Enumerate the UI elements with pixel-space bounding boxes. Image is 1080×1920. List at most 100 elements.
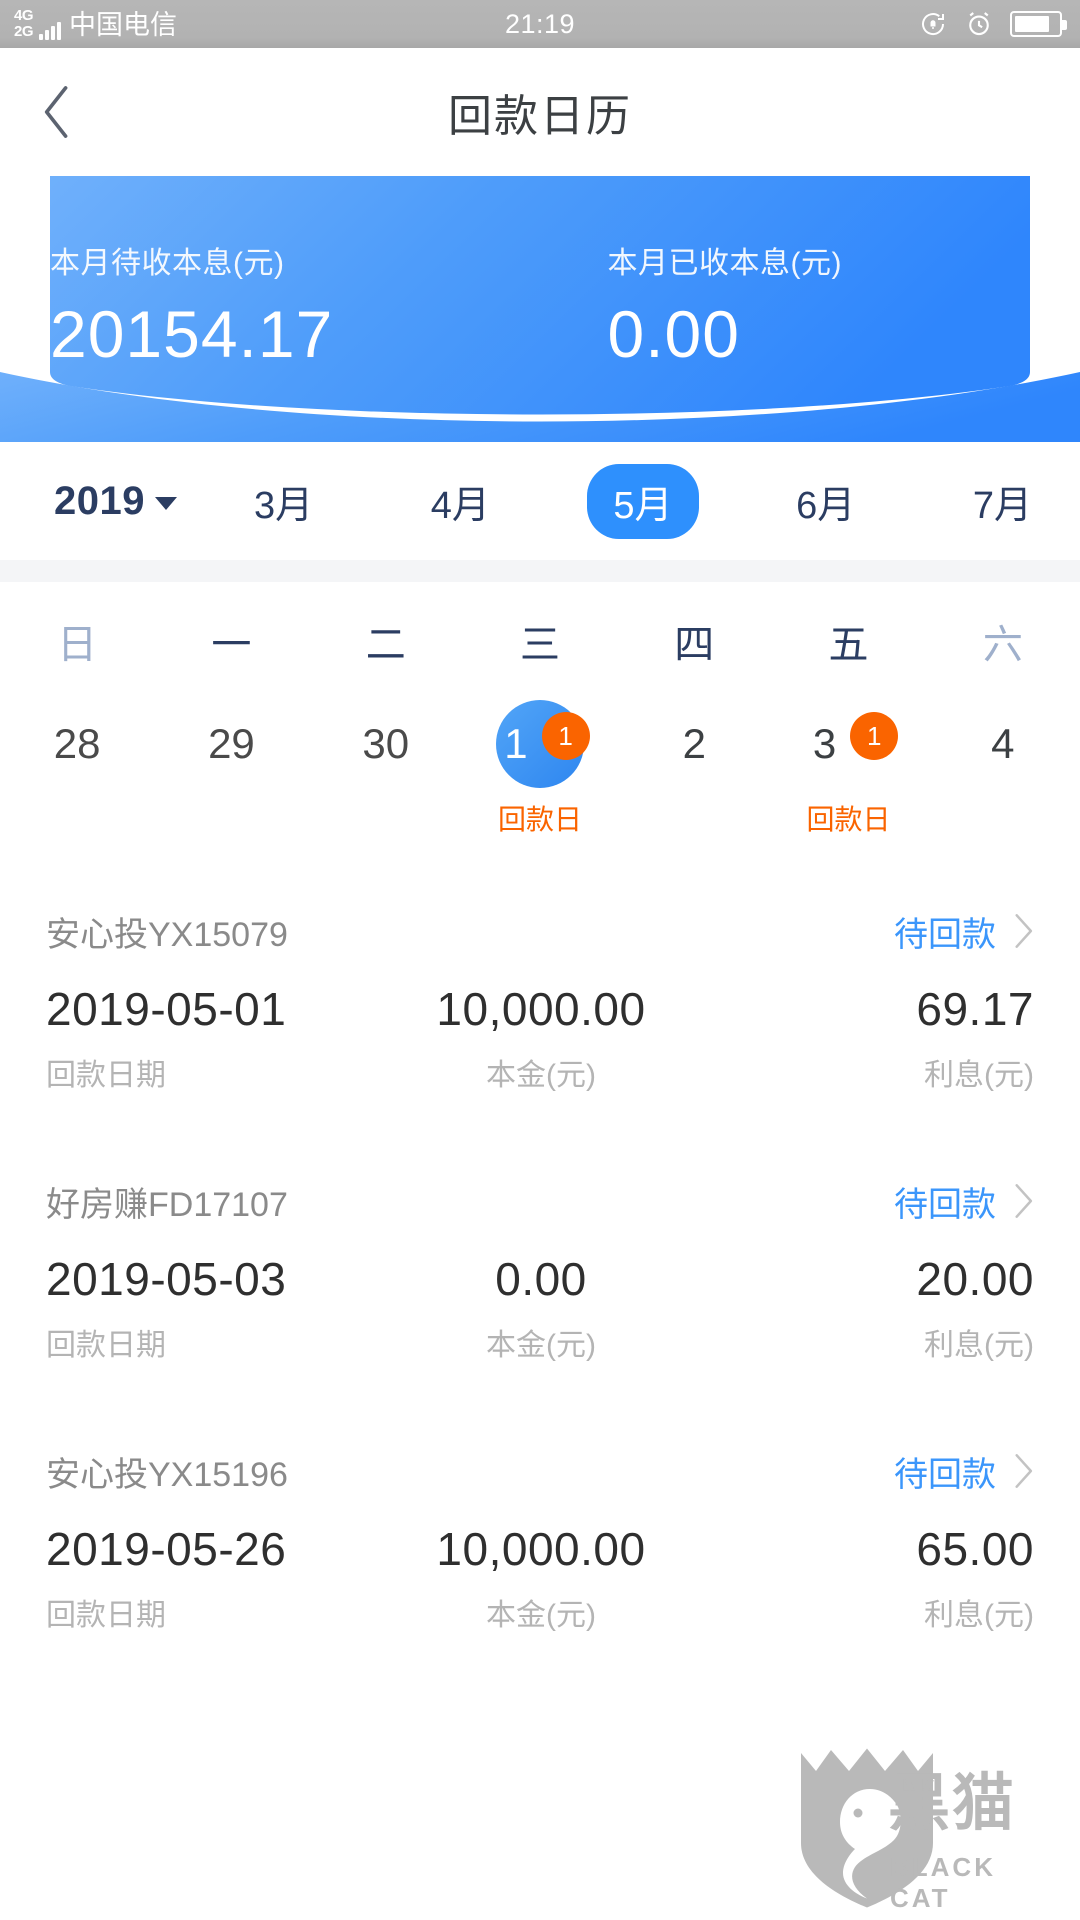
list-item-captions: 回款日期 本金(元) 利息(元) <box>46 1320 1034 1364</box>
day-number: 3 1 <box>801 696 899 792</box>
chevron-right-icon <box>1015 1184 1033 1218</box>
list-item-header: 安心投YX15079 待回款 <box>46 890 1034 972</box>
summary-received-label: 本月已收本息(元) <box>607 247 842 280</box>
weekday-sat: 六 <box>982 623 1023 667</box>
month-tabs: 3月 4月 5月 6月 7月 <box>234 463 1056 539</box>
day-number: 28 <box>53 720 101 767</box>
summary-card: 本月待收本息(元) 20154.17 本月已收本息(元) 0.00 <box>0 176 1080 442</box>
day-number: 29 <box>208 720 255 767</box>
product-name: 好房赚FD17107 <box>46 1185 288 1224</box>
repayment-list: 安心投YX15079 待回款 2019-05-01 10,000.00 69.1… <box>0 866 1080 1634</box>
list-item[interactable]: 安心投YX15079 待回款 2019-05-01 10,000.00 69.1… <box>0 890 1080 1094</box>
day-number: 2 <box>682 720 706 767</box>
calendar-day-cell[interactable]: 2 <box>617 696 771 832</box>
caret-down-icon <box>154 496 177 510</box>
calendar-day-cell[interactable]: 30 <box>309 696 463 832</box>
repayment-date-caption: 回款日期 <box>46 1329 166 1362</box>
interest-caption: 利息(元) <box>924 1599 1034 1632</box>
repayment-date-value: 2019-05-26 <box>46 1523 287 1575</box>
repayment-date-caption: 回款日期 <box>46 1599 166 1632</box>
month-tab-5[interactable]: 5月 <box>587 463 699 539</box>
watermark-name-en: BLACK CAT <box>890 1852 996 1913</box>
day-number: 1 1 <box>492 696 590 792</box>
list-item[interactable]: 安心投YX15196 待回款 2019-05-26 10,000.00 65.0… <box>0 1430 1080 1634</box>
repayment-date-caption: 回款日期 <box>46 1059 166 1092</box>
app-screen: 4G 2G 中国电信 21:19 回款日历 本月待收本息(元) 20154.17… <box>0 0 1080 1920</box>
interest-value: 69.17 <box>916 983 1034 1035</box>
status-link[interactable]: 待回款 <box>894 1447 1034 1496</box>
summary-received-block: 本月已收本息(元) 0.00 <box>473 176 1031 442</box>
weekday-fri: 五 <box>828 623 869 667</box>
chevron-right-icon <box>1015 1454 1033 1488</box>
mute-rotate-icon <box>918 9 948 39</box>
section-divider <box>0 560 1080 582</box>
calendar-day-cell[interactable]: 4 <box>926 696 1080 832</box>
product-name: 安心投YX15079 <box>46 915 288 954</box>
year-label: 2019 <box>54 478 145 523</box>
month-tab-6[interactable]: 6月 <box>776 466 875 537</box>
calendar-day-row: 28 29 30 1 1 回款日 2 3 1 回款日 4 <box>0 676 1080 866</box>
day-tag: 回款日 <box>806 804 891 835</box>
chevron-right-icon <box>1015 914 1033 948</box>
status-bar: 4G 2G 中国电信 21:19 <box>0 0 1080 48</box>
weekday-sun: 日 <box>57 623 98 667</box>
month-tab-7[interactable]: 7月 <box>953 466 1052 537</box>
black-cat-shield-icon <box>801 1748 933 1908</box>
list-item-captions: 回款日期 本金(元) 利息(元) <box>46 1590 1034 1634</box>
calendar-day-cell[interactable]: 29 <box>154 696 308 832</box>
weekday-tue: 二 <box>365 623 406 667</box>
list-gap <box>0 1364 1080 1430</box>
list-item-values: 2019-05-03 0.00 20.00 <box>46 1252 1034 1306</box>
status-badge: 待回款 <box>894 1455 996 1494</box>
summary-received-value: 0.00 <box>607 297 740 371</box>
repayment-date-value: 2019-05-03 <box>46 1253 287 1305</box>
principal-value: 10,000.00 <box>436 1523 646 1575</box>
summary-pending-value: 20154.17 <box>50 297 334 371</box>
principal-caption: 本金(元) <box>486 1059 596 1092</box>
weekday-mon: 一 <box>211 623 252 667</box>
month-selector: 2019 3月 4月 5月 6月 7月 <box>0 442 1080 560</box>
interest-value: 65.00 <box>916 1523 1034 1575</box>
interest-caption: 利息(元) <box>924 1329 1034 1362</box>
day-count-badge: 1 <box>541 712 590 760</box>
interest-caption: 利息(元) <box>924 1059 1034 1092</box>
status-badge: 待回款 <box>894 915 996 954</box>
principal-value: 0.00 <box>495 1253 587 1305</box>
principal-value: 10,000.00 <box>436 983 646 1035</box>
calendar-day-cell-selected[interactable]: 1 1 回款日 <box>463 696 617 835</box>
list-item[interactable]: 好房赚FD17107 待回款 2019-05-03 0.00 20.00 回款日… <box>0 1160 1080 1364</box>
day-tag: 回款日 <box>497 804 582 835</box>
page-title: 回款日历 <box>448 92 632 141</box>
alarm-clock-icon <box>964 9 994 39</box>
weekday-wed: 三 <box>519 623 560 667</box>
watermark: 黑猫 BLACK CAT <box>792 1744 1056 1920</box>
summary-pending-block: 本月待收本息(元) 20154.17 <box>50 176 473 442</box>
list-gap <box>0 1094 1080 1160</box>
list-item-values: 2019-05-01 10,000.00 69.17 <box>46 982 1034 1036</box>
nav-bar: 回款日历 <box>0 48 1080 176</box>
calendar-weekday-header: 日 一 二 三 四 五 六 <box>0 582 1080 676</box>
principal-caption: 本金(元) <box>486 1329 596 1362</box>
status-badge: 待回款 <box>894 1185 996 1224</box>
product-name: 安心投YX15196 <box>46 1455 288 1494</box>
principal-caption: 本金(元) <box>486 1599 596 1632</box>
interest-value: 20.00 <box>916 1253 1034 1305</box>
watermark-name-cn: 黑猫 <box>888 1769 1017 1838</box>
list-item-captions: 回款日期 本金(元) 利息(元) <box>46 1050 1034 1094</box>
status-link[interactable]: 待回款 <box>894 1177 1034 1226</box>
list-item-header: 安心投YX15196 待回款 <box>46 1430 1034 1512</box>
day-count-badge: 1 <box>850 712 899 760</box>
calendar-day-cell[interactable]: 3 1 回款日 <box>771 696 925 835</box>
day-number: 4 <box>991 720 1015 767</box>
month-tab-3[interactable]: 3月 <box>234 466 333 537</box>
list-item-header: 好房赚FD17107 待回款 <box>46 1160 1034 1242</box>
list-item-values: 2019-05-26 10,000.00 65.00 <box>46 1522 1034 1576</box>
repayment-date-value: 2019-05-01 <box>46 983 287 1035</box>
month-tab-4[interactable]: 4月 <box>411 466 510 537</box>
calendar-day-cell[interactable]: 28 <box>0 696 154 832</box>
calendar: 日 一 二 三 四 五 六 28 29 30 1 1 回款日 2 3 1 回款日… <box>0 582 1080 866</box>
status-link[interactable]: 待回款 <box>894 907 1034 956</box>
year-dropdown[interactable]: 2019 <box>24 479 234 524</box>
summary-pending-label: 本月待收本息(元) <box>50 247 285 280</box>
battery-icon <box>1010 11 1067 37</box>
